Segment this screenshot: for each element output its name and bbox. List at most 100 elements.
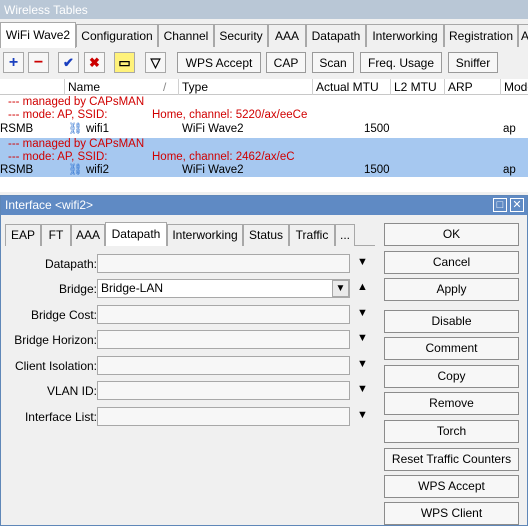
table-row[interactable]: --- mode: AP, SSID: Home, channel: 5220/…	[0, 109, 528, 122]
ok-button[interactable]: OK	[384, 223, 519, 246]
wifi-icon: ⛓	[68, 164, 83, 176]
row-type: WiFi Wave2	[182, 123, 244, 135]
row-note-detail: Home, channel: 2462/ax/eC	[152, 151, 295, 163]
chevron-down-icon[interactable]: ▼	[357, 358, 368, 370]
chevron-up-icon[interactable]: ▲	[357, 281, 368, 293]
chevron-down-icon[interactable]: ▼	[357, 383, 368, 395]
tab-ft[interactable]: FT	[41, 224, 71, 246]
bridge-horizon-field[interactable]	[97, 330, 350, 349]
chevron-down-icon[interactable]: ▼	[357, 256, 368, 268]
tab-status[interactable]: Status	[243, 224, 289, 246]
remove-icon[interactable]: −	[28, 52, 49, 73]
interface-list-field[interactable]	[97, 407, 350, 426]
freq-usage-button[interactable]: Freq. Usage	[360, 52, 442, 73]
tab-security[interactable]: Security	[214, 24, 268, 47]
sniffer-button[interactable]: Sniffer	[448, 52, 498, 73]
table-row[interactable]: RSMB ⛓ wifi2 WiFi Wave2 1500 ap	[0, 164, 528, 177]
col-mode[interactable]: Mode	[500, 79, 528, 95]
wps-client-button[interactable]: WPS Client	[384, 502, 519, 525]
filter-icon[interactable]: ▽	[145, 52, 166, 73]
tab-datapath[interactable]: Datapath	[105, 222, 167, 247]
row-note: --- mode: AP, SSID:	[8, 151, 108, 163]
row-note: --- mode: AP, SSID:	[8, 109, 108, 121]
datapath-label: Datapath:	[44, 257, 97, 271]
maximize-icon[interactable]: □	[493, 198, 507, 212]
row-mtu: 1500	[364, 123, 390, 135]
chevron-down-icon[interactable]: ▼	[357, 332, 368, 344]
bridge-horizon-label: Bridge Horizon:	[14, 333, 97, 347]
bridge-field[interactable]: Bridge-LAN	[97, 279, 350, 298]
tab-channel[interactable]: Channel	[158, 24, 214, 47]
row-type: WiFi Wave2	[182, 164, 244, 176]
comment-icon[interactable]: ▭	[114, 52, 135, 73]
row-mode: ap	[503, 123, 516, 135]
scan-button[interactable]: Scan	[312, 52, 354, 73]
add-icon[interactable]: +	[3, 52, 24, 73]
sort-indicator: /	[163, 80, 167, 94]
interface-dialog: Interface <wifi2> □ ✕ EAP FT AAA Datapat…	[0, 195, 528, 526]
reset-traffic-counters-button[interactable]: Reset Traffic Counters	[384, 448, 519, 471]
row-note: --- managed by CAPsMAN	[8, 96, 145, 108]
dialog-tabs: EAP FT AAA Datapath Interworking Status …	[5, 222, 375, 247]
tab-aaa[interactable]: AAA	[71, 224, 105, 246]
dropdown-icon[interactable]: ▼	[332, 280, 349, 297]
vlan-id-label: VLAN ID:	[46, 384, 97, 398]
col-arp[interactable]: ARP	[444, 79, 500, 95]
tab-wifi-wave2[interactable]: WiFi Wave2	[0, 22, 76, 48]
bridge-cost-field[interactable]	[97, 305, 350, 324]
copy-button[interactable]: Copy	[384, 365, 519, 388]
tab-configuration[interactable]: Configuration	[76, 24, 158, 47]
datapath-field[interactable]	[97, 254, 350, 273]
datapath-panel: Datapath: ▼ Bridge: Bridge-LAN ▼ ▲ Bridg…	[5, 246, 375, 524]
table-row[interactable]: --- managed by CAPsMAN	[0, 138, 528, 151]
disable-button[interactable]: Disable	[384, 310, 519, 333]
interfaces-table: Name / Type Actual MTU L2 MTU ARP Mode -…	[0, 79, 528, 192]
row-mode: ap	[503, 164, 516, 176]
tab-interworking[interactable]: Interworking	[366, 24, 444, 47]
col-l2-mtu[interactable]: L2 MTU	[390, 79, 444, 95]
torch-button[interactable]: Torch	[384, 420, 519, 443]
chevron-down-icon[interactable]: ▼	[357, 409, 368, 421]
table-row[interactable]: --- mode: AP, SSID: Home, channel: 2462/…	[0, 151, 528, 164]
col-type[interactable]: Type	[178, 79, 312, 95]
main-tabs: WiFi Wave2 Configuration Channel Securit…	[0, 22, 528, 48]
tab-more[interactable]: ...	[335, 224, 355, 246]
comment-button[interactable]: Comment	[384, 337, 519, 360]
tab-aaa[interactable]: AAA	[268, 24, 306, 47]
wifi-icon: ⛓	[68, 123, 83, 135]
close-icon[interactable]: ✕	[510, 198, 524, 212]
col-actual-mtu[interactable]: Actual MTU	[312, 79, 390, 95]
row-flags: RSMB	[0, 164, 34, 176]
tab-interworking[interactable]: Interworking	[167, 224, 243, 246]
disable-icon[interactable]: ✖	[84, 52, 105, 73]
col-name[interactable]: Name	[64, 79, 174, 95]
tab-traffic[interactable]: Traffic	[289, 224, 335, 246]
wps-accept-button[interactable]: WPS Accept	[177, 52, 261, 73]
row-mtu: 1500	[364, 164, 390, 176]
wps-accept-button[interactable]: WPS Accept	[384, 475, 519, 498]
table-row[interactable]: RSMB ⛓ wifi1 WiFi Wave2 1500 ap	[0, 123, 528, 136]
tab-registration[interactable]: Registration	[444, 24, 518, 47]
row-note-detail: Home, channel: 5220/ax/eeCe	[152, 109, 308, 121]
remove-button[interactable]: Remove	[384, 392, 519, 415]
tab-eap[interactable]: EAP	[5, 224, 41, 246]
tab-datapath[interactable]: Datapath	[306, 24, 366, 47]
table-header: Name / Type Actual MTU L2 MTU ARP Mode	[0, 79, 528, 95]
row-name: wifi2	[86, 164, 110, 176]
enable-icon[interactable]: ✔	[58, 52, 79, 73]
tab-more[interactable]: A	[518, 24, 528, 47]
chevron-down-icon[interactable]: ▼	[357, 307, 368, 319]
row-name: wifi1	[86, 123, 110, 135]
client-isolation-field[interactable]	[97, 356, 350, 375]
bridge-label: Bridge:	[58, 282, 97, 296]
bridge-cost-label: Bridge Cost:	[30, 308, 97, 322]
apply-button[interactable]: Apply	[384, 278, 519, 301]
cap-button[interactable]: CAP	[266, 52, 306, 73]
table-row[interactable]: --- managed by CAPsMAN	[0, 96, 528, 109]
dialog-title: Interface <wifi2>	[1, 196, 527, 215]
cancel-button[interactable]: Cancel	[384, 251, 519, 274]
vlan-id-field[interactable]	[97, 381, 350, 400]
window-title: Wireless Tables	[0, 0, 528, 19]
interface-list-label: Interface List:	[24, 410, 97, 424]
toolbar: + − ✔ ✖ ▭ ▽ WPS Accept CAP Scan Freq. Us…	[0, 48, 528, 78]
